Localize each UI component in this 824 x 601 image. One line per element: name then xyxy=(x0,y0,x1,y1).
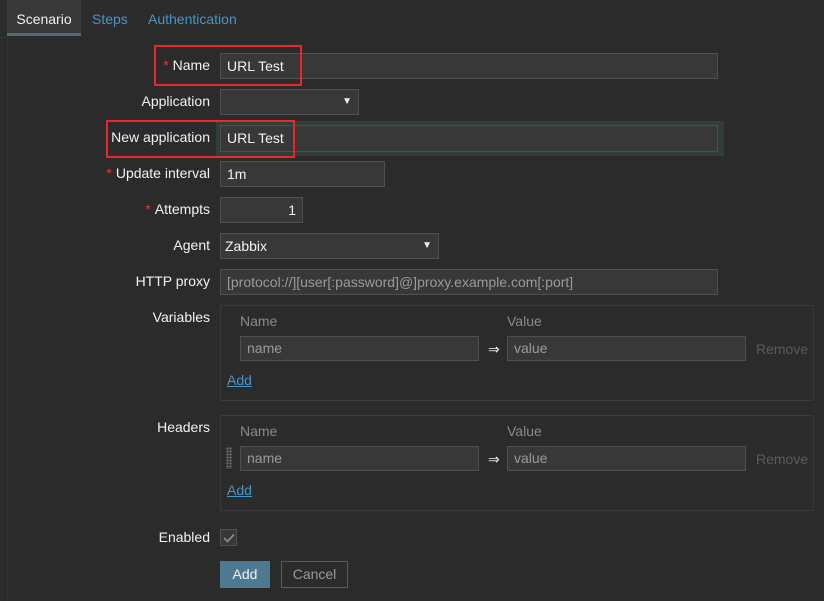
http-proxy-input[interactable]: [protocol://][user[:password]@]proxy.exa… xyxy=(220,269,718,295)
update-interval-label: * Update interval xyxy=(106,165,210,181)
drag-handle-icon[interactable] xyxy=(226,447,232,469)
new-application-label: New application xyxy=(111,129,210,145)
arrow-icon: ⇒ xyxy=(488,341,500,357)
variables-add-link[interactable]: Add xyxy=(227,372,252,388)
attempts-label: * Attempts xyxy=(145,201,210,217)
headers-label: Headers xyxy=(157,419,210,435)
tab-steps[interactable]: Steps xyxy=(92,0,128,36)
headers-col-name: Name xyxy=(240,423,278,439)
required-asterisk: * xyxy=(163,57,169,73)
checkmark-icon xyxy=(223,533,235,543)
chevron-down-icon: ▼ xyxy=(422,240,432,251)
headers-add-link[interactable]: Add xyxy=(227,482,252,498)
attempts-input[interactable]: 1 xyxy=(220,197,303,223)
variables-label: Variables xyxy=(152,309,210,325)
header-remove-button[interactable]: Remove xyxy=(756,451,808,467)
tab-authentication[interactable]: Authentication xyxy=(148,0,237,36)
new-application-input[interactable]: URL Test xyxy=(220,125,718,152)
application-select[interactable]: ▼ xyxy=(220,89,359,115)
agent-label: Agent xyxy=(173,237,210,253)
required-asterisk: * xyxy=(106,165,112,181)
arrow-icon: ⇒ xyxy=(488,451,500,467)
required-asterisk: * xyxy=(145,201,151,217)
variables-col-value: Value xyxy=(507,313,542,329)
header-value-input[interactable]: value xyxy=(507,446,746,471)
name-label: * Name xyxy=(163,57,210,73)
headers-col-value: Value xyxy=(507,423,542,439)
tab-bar: Scenario Steps Authentication xyxy=(0,0,824,38)
enabled-checkbox[interactable] xyxy=(220,529,237,546)
cancel-button[interactable]: Cancel xyxy=(281,561,348,588)
variable-name-input[interactable]: name xyxy=(240,336,479,361)
variables-col-name: Name xyxy=(240,313,278,329)
tab-scenario[interactable]: Scenario xyxy=(7,0,81,36)
agent-select[interactable]: Zabbix ▼ xyxy=(220,233,439,259)
variable-value-input[interactable]: value xyxy=(507,336,746,361)
chevron-down-icon: ▼ xyxy=(342,96,352,107)
enabled-label: Enabled xyxy=(158,529,210,545)
header-name-input[interactable]: name xyxy=(240,446,479,471)
name-input[interactable]: URL Test xyxy=(220,53,718,79)
http-proxy-label: HTTP proxy xyxy=(135,273,210,289)
add-button[interactable]: Add xyxy=(220,561,270,588)
update-interval-input[interactable]: 1m xyxy=(220,161,385,187)
variable-remove-button[interactable]: Remove xyxy=(756,341,808,357)
application-label: Application xyxy=(141,93,211,109)
